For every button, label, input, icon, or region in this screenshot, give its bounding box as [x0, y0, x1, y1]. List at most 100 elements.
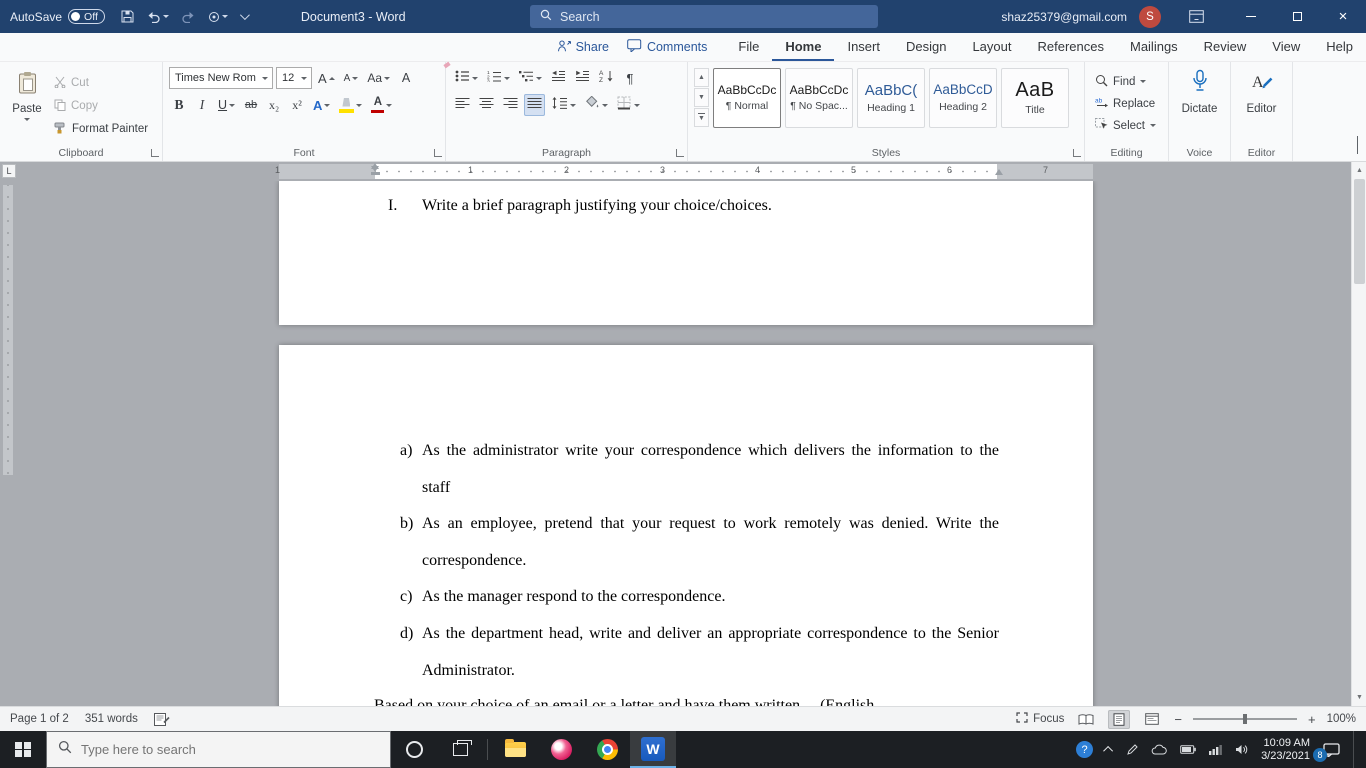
dictate-button[interactable]: Dictate [1169, 62, 1230, 115]
start-icon[interactable] [0, 731, 46, 768]
taskbar-search-input[interactable] [81, 742, 341, 757]
pen-icon[interactable] [1126, 743, 1138, 756]
ribbon-display-icon[interactable] [1189, 10, 1204, 23]
grow-font-button[interactable]: A [315, 67, 338, 89]
superscript-button[interactable]: x² [287, 94, 307, 116]
style-card[interactable]: AaBbCcD Heading 2 [929, 68, 997, 128]
ribbon-tab[interactable]: File [725, 33, 772, 61]
align-left-button[interactable] [452, 94, 473, 116]
task-view-icon[interactable] [437, 731, 483, 768]
ribbon-tab[interactable]: Review [1191, 33, 1260, 61]
zoom-in-icon[interactable]: + [1308, 712, 1316, 727]
onedrive-icon[interactable] [1151, 744, 1167, 755]
pilcrow-button[interactable]: ¶ [620, 67, 640, 89]
scrollbar-thumb[interactable] [1354, 179, 1365, 284]
avatar[interactable]: S [1139, 5, 1161, 28]
shrink-font-button[interactable]: A [341, 67, 362, 89]
numbering-button[interactable]: 123 [484, 67, 513, 89]
subscript-button[interactable]: x₂ [264, 94, 284, 116]
ribbon-tab[interactable]: References [1025, 33, 1117, 61]
proofing-icon[interactable] [153, 712, 170, 726]
taskbar-search[interactable] [46, 731, 391, 768]
style-card[interactable]: AaBbCcDc ¶ Normal [713, 68, 781, 128]
share-button[interactable]: Share [557, 39, 609, 55]
ribbon-tab[interactable]: Home [772, 33, 835, 61]
print-layout-icon[interactable] [1108, 709, 1131, 729]
vertical-scrollbar[interactable]: ▲ ▼ [1351, 162, 1366, 706]
text-effects-button[interactable]: A [310, 94, 333, 116]
editor-button[interactable]: A Editor [1231, 62, 1292, 115]
multilevel-list-button[interactable] [516, 67, 545, 89]
style-card[interactable]: AaBbC( Heading 1 [857, 68, 925, 128]
chrome-icon[interactable] [584, 731, 630, 768]
format-painter-button[interactable]: Format Painter [50, 119, 152, 139]
undo-icon[interactable] [146, 11, 169, 23]
ribbon-tab[interactable]: Insert [834, 33, 893, 61]
italic-button[interactable]: I [192, 94, 212, 116]
paste-button[interactable]: Paste [4, 66, 50, 139]
font-family-select[interactable]: Times New Rom [169, 67, 273, 89]
touch-mode-icon[interactable] [208, 11, 228, 23]
increase-indent-button[interactable] [572, 67, 593, 89]
left-indent-marker[interactable] [371, 163, 380, 178]
page-indicator[interactable]: Page 1 of 2 [10, 713, 69, 725]
qat-chevron-icon[interactable] [239, 10, 250, 21]
replace-button[interactable]: ab Replace [1091, 93, 1162, 114]
paragraph-dialog-launcher[interactable] [676, 149, 684, 157]
show-desktop-button[interactable] [1353, 731, 1358, 768]
web-layout-icon[interactable] [1141, 710, 1163, 729]
ribbon-tab[interactable]: Design [893, 33, 959, 61]
ribbon-tab[interactable]: Help [1313, 33, 1366, 61]
titlebar-search[interactable]: Search [530, 5, 878, 28]
find-button[interactable]: Find [1091, 71, 1162, 92]
copy-button[interactable]: Copy [50, 96, 152, 116]
align-right-button[interactable] [500, 94, 521, 116]
scroll-up-icon[interactable]: ▲ [1352, 163, 1366, 178]
highlight-button[interactable] [336, 94, 365, 116]
file-explorer-icon[interactable] [492, 731, 538, 768]
minimize-icon[interactable] [1228, 0, 1274, 33]
decrease-indent-button[interactable] [548, 67, 569, 89]
styles-dialog-launcher[interactable] [1073, 149, 1081, 157]
styles-gallery-expand-icon[interactable]: ▼ [694, 108, 709, 127]
cortana-icon[interactable] [391, 731, 437, 768]
clipboard-dialog-launcher[interactable] [151, 149, 159, 157]
taskbar-clock[interactable]: 10:09 AM 3/23/2021 [1261, 737, 1310, 763]
redo-icon[interactable] [181, 11, 196, 23]
underline-button[interactable]: U [215, 94, 238, 116]
zoom-level[interactable]: 100% [1327, 713, 1356, 725]
borders-button[interactable] [614, 94, 643, 116]
word-icon[interactable]: W [630, 731, 676, 768]
focus-button[interactable]: Focus [1016, 712, 1064, 726]
comments-button[interactable]: Comments [627, 39, 707, 55]
zoom-out-icon[interactable]: − [1174, 712, 1182, 727]
tray-chevron-icon[interactable] [1103, 745, 1114, 756]
font-color-button[interactable]: A [368, 94, 395, 116]
select-button[interactable]: Select [1091, 115, 1162, 136]
ribbon-tab[interactable]: Layout [959, 33, 1024, 61]
sort-button[interactable]: AZ [596, 67, 617, 89]
document-area[interactable]: I. Write a brief paragraph justifying yo… [0, 181, 1351, 706]
volume-icon[interactable] [1235, 744, 1248, 755]
document-page-1[interactable]: I. Write a brief paragraph justifying yo… [279, 181, 1093, 325]
notification-icon[interactable]: 8 [1313, 742, 1340, 762]
zoom-slider-thumb[interactable] [1242, 714, 1247, 724]
align-center-button[interactable] [476, 94, 497, 116]
account-email[interactable]: shaz25379@gmail.com [1001, 10, 1127, 24]
strikethrough-button[interactable]: ab [241, 94, 261, 116]
battery-icon[interactable] [1180, 745, 1196, 754]
tab-selector[interactable]: L [2, 164, 16, 178]
save-icon[interactable] [121, 10, 134, 23]
collapse-ribbon-icon[interactable] [1357, 136, 1358, 155]
scroll-down-icon[interactable]: ▼ [1352, 690, 1366, 705]
ribbon-tab[interactable]: View [1259, 33, 1313, 61]
ribbon-tab[interactable]: Mailings [1117, 33, 1191, 61]
bullets-button[interactable] [452, 67, 481, 89]
close-icon[interactable]: × [1320, 0, 1366, 33]
clear-formatting-button[interactable]: A [396, 61, 451, 89]
right-indent-marker[interactable] [995, 169, 1003, 175]
maximize-icon[interactable] [1274, 0, 1320, 33]
read-mode-icon[interactable] [1075, 710, 1097, 729]
styles-scroll-down-icon[interactable]: ▼ [694, 88, 709, 107]
zoom-slider[interactable] [1192, 714, 1297, 724]
